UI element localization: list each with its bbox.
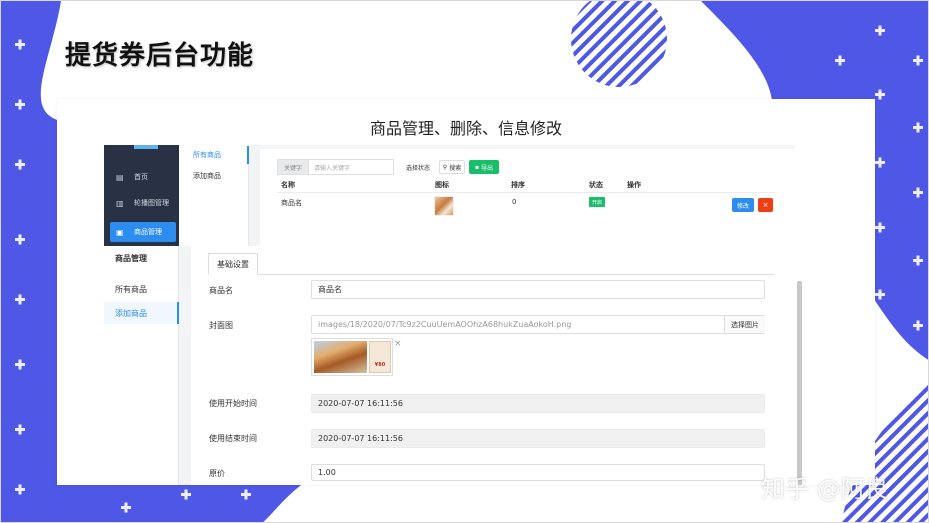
- price-label: 原价: [209, 469, 225, 478]
- logo: [134, 145, 158, 149]
- price-field[interactable]: 1.00: [311, 464, 765, 481]
- sidebar-item-goods[interactable]: ▣ 商品管理: [110, 222, 176, 242]
- menu-title: 商品管理: [115, 254, 147, 263]
- start-time-field[interactable]: 2020-07-07 16:11:56: [311, 394, 765, 413]
- column-header-sort: 排序: [511, 181, 525, 189]
- end-time-label: 使用结束时间: [209, 434, 257, 443]
- bar-chart-icon: ▥: [116, 198, 124, 208]
- menu-item-all-goods[interactable]: 所有商品: [104, 278, 179, 300]
- sidebar-item-label: 轮播图管理: [134, 199, 169, 207]
- goods-submenu: 所有商品 添加商品: [179, 145, 249, 246]
- keyword-label: 关键字: [277, 159, 309, 175]
- cover-image-badge: ¥80: [369, 341, 391, 373]
- column-header-status: 状态: [589, 181, 603, 189]
- search-icon: ⚲: [442, 163, 448, 171]
- sidebar-item-label: 首页: [134, 173, 148, 181]
- sidebar-item-label: 商品管理: [134, 228, 162, 236]
- cover-path-field[interactable]: images/18/2020/07/Tc9z2CuuUemAOOhzA68huk…: [311, 315, 765, 334]
- column-header-name: 名称: [281, 181, 295, 189]
- menu-item-add-goods[interactable]: 添加商品: [104, 302, 179, 324]
- close-icon[interactable]: ×: [394, 339, 402, 349]
- search-button-label: 搜索: [449, 164, 462, 172]
- tab-underline: [208, 274, 774, 275]
- end-time-field[interactable]: 2020-07-07 16:11:56: [311, 429, 765, 448]
- file-icon: ▪: [474, 163, 480, 171]
- name-label: 商品名: [209, 286, 233, 295]
- product-thumbnail: [434, 196, 454, 216]
- tab-basic-settings[interactable]: 基础设置: [208, 253, 258, 275]
- search-button[interactable]: ⚲ 搜索: [439, 160, 465, 174]
- cover-image: [314, 341, 367, 373]
- cover-path-text: images/18/2020/07/Tc9z2CuuUemAOOhzA68huk…: [318, 320, 572, 329]
- row-name-cell: 商品名: [281, 199, 302, 207]
- start-time-label: 使用开始时间: [209, 399, 257, 408]
- panel-title: 商品管理、删除、信息修改: [369, 119, 562, 138]
- admin-sidebar: ▤ 首页 ▥ 轮播图管理 ▣ 商品管理: [104, 145, 179, 246]
- sidebar-item-home[interactable]: ▤ 首页: [104, 167, 179, 187]
- table-divider: [277, 192, 777, 193]
- status-badge[interactable]: 开启: [589, 197, 605, 207]
- cover-label: 封面图: [209, 321, 233, 330]
- slide-title: 提货券后台功能: [65, 41, 255, 71]
- submenu-add-goods[interactable]: 添加商品: [179, 167, 249, 185]
- sidebar-item-banner[interactable]: ▥ 轮播图管理: [104, 193, 179, 213]
- export-button[interactable]: ▪ 导出: [469, 160, 499, 174]
- choose-image-button[interactable]: 选择图片: [724, 316, 765, 333]
- watermark: 知乎 @阿良: [761, 475, 889, 503]
- search-bar: 关键字 请输入关键字 选择状态 ⚲ 搜索 ▪ 导出: [277, 159, 499, 175]
- submenu-all-goods[interactable]: 所有商品: [179, 146, 249, 164]
- export-button-label: 导出: [481, 164, 494, 172]
- row-sort-cell: 0: [512, 198, 517, 206]
- slide: 提货券后台功能 商品管理、删除、信息修改 ▤ 首页 ▥ 轮播图管理 ▣ 商品管理…: [0, 0, 929, 523]
- scrollbar[interactable]: [797, 281, 802, 485]
- status-select[interactable]: 选择状态: [399, 159, 437, 175]
- delete-button[interactable]: ×: [758, 198, 773, 212]
- name-field[interactable]: 商品名: [311, 280, 765, 299]
- cover-preview: ¥80: [311, 338, 393, 376]
- column-header-icon: 图标: [435, 181, 449, 189]
- edit-button[interactable]: 修改: [732, 198, 754, 212]
- keyword-input[interactable]: 请输入关键字: [309, 159, 394, 175]
- column-header-actions: 操作: [627, 181, 641, 189]
- bag-icon: ▣: [116, 227, 124, 237]
- home-icon: ▤: [116, 172, 124, 182]
- form-gutter: [179, 246, 191, 485]
